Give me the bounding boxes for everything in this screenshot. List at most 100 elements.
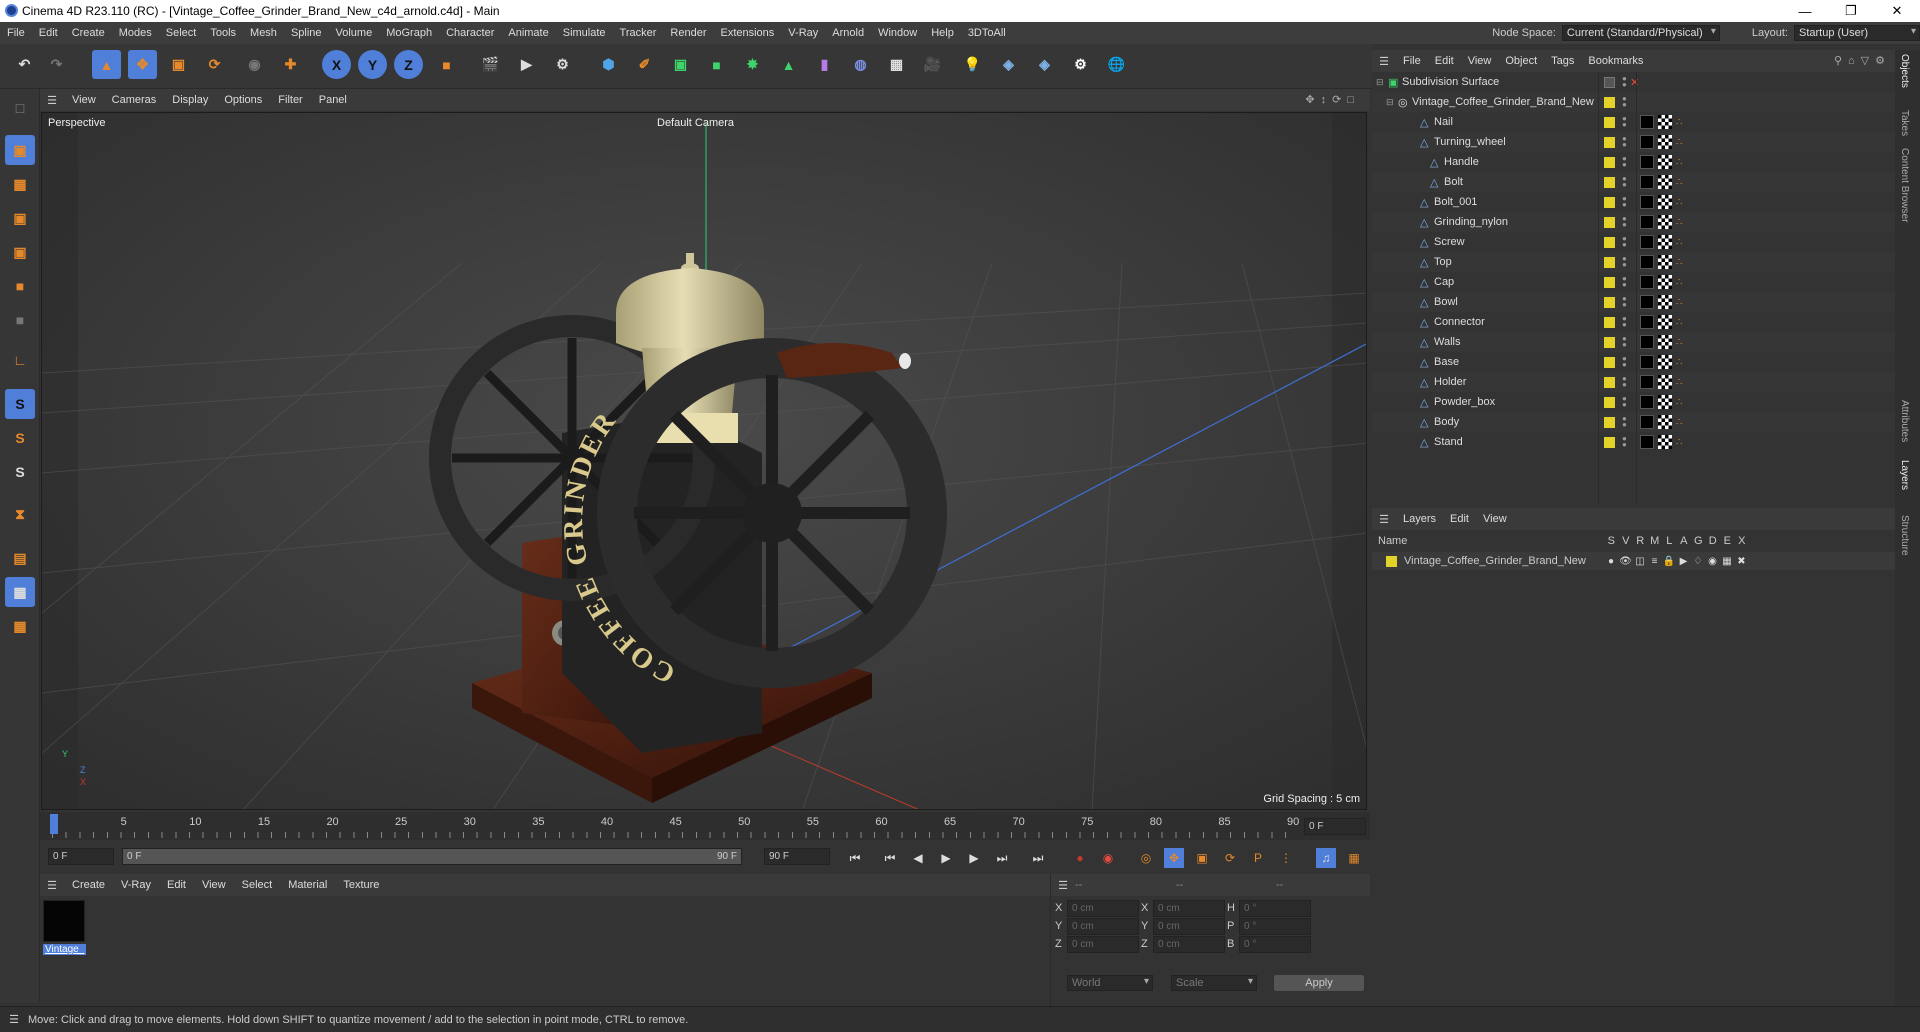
layer-color-icon[interactable] bbox=[1604, 96, 1615, 108]
grid-workplane-icon[interactable]: ▦ bbox=[5, 577, 35, 607]
goto-end-icon[interactable]: ⏭ bbox=[1028, 848, 1048, 868]
object-row[interactable]: △ Body ● ● ∴ bbox=[1372, 412, 1895, 432]
layer-col-a[interactable]: A bbox=[1677, 535, 1692, 547]
menu-tracker[interactable]: Tracker bbox=[613, 27, 664, 39]
undo-icon[interactable]: ↶ bbox=[10, 50, 39, 79]
layer-solo-icon[interactable]: ● bbox=[1604, 556, 1618, 567]
phong-tag-icon[interactable]: ∴ bbox=[1676, 417, 1682, 428]
layer-color-icon[interactable] bbox=[1604, 436, 1615, 448]
visibility-dots-icon[interactable]: ● ● bbox=[1622, 415, 1627, 429]
expand-toggle-icon[interactable]: ⊟ bbox=[1376, 77, 1384, 88]
menu-character[interactable]: Character bbox=[439, 27, 501, 39]
uvw-tag-icon[interactable] bbox=[1658, 295, 1672, 309]
layer-color-icon[interactable] bbox=[1604, 236, 1615, 248]
end-frame-field[interactable]: 90 F bbox=[764, 848, 830, 865]
visibility-dots-icon[interactable]: ● ● bbox=[1622, 255, 1627, 269]
material-tag-icon[interactable] bbox=[1640, 375, 1654, 389]
visibility-dots-icon[interactable]: ● ● bbox=[1622, 115, 1627, 129]
material-menu-edit[interactable]: Edit bbox=[159, 879, 194, 891]
visibility-dots-icon[interactable]: ● ● bbox=[1622, 135, 1627, 149]
apply-button[interactable]: Apply bbox=[1274, 975, 1364, 991]
object-menu-view[interactable]: View bbox=[1461, 55, 1499, 67]
y-axis-toggle[interactable]: Y bbox=[358, 50, 387, 79]
object-row[interactable]: △ Walls ● ● ∴ bbox=[1372, 332, 1895, 352]
visibility-dots-icon[interactable]: ● ● bbox=[1622, 275, 1627, 289]
layer-color-icon[interactable] bbox=[1604, 256, 1615, 268]
uvw-tag-icon[interactable] bbox=[1658, 375, 1672, 389]
layer-expressions-icon[interactable]: ▦ bbox=[1720, 556, 1734, 567]
uvw-tag-icon[interactable] bbox=[1658, 335, 1672, 349]
hamburger-icon[interactable]: ☰ bbox=[40, 879, 64, 892]
object-row[interactable]: △ Bolt ● ● ∴ bbox=[1372, 172, 1895, 192]
uvw-tag-icon[interactable] bbox=[1658, 255, 1672, 269]
visibility-dots-icon[interactable]: ● ● bbox=[1622, 435, 1627, 449]
viewport-menu-view[interactable]: View bbox=[64, 94, 104, 106]
layer-col-e[interactable]: E bbox=[1720, 535, 1735, 547]
hamburger-icon[interactable]: ☰ bbox=[0, 1013, 28, 1026]
menu-spline[interactable]: Spline bbox=[284, 27, 329, 39]
key-scale-icon[interactable]: ▣ bbox=[1192, 848, 1212, 868]
phong-tag-icon[interactable]: ∴ bbox=[1676, 257, 1682, 268]
select-tool-icon[interactable]: ▲ bbox=[92, 50, 121, 79]
key-rotation-icon[interactable]: ⟳ bbox=[1220, 848, 1240, 868]
uvw-tag-icon[interactable] bbox=[1658, 175, 1672, 189]
layer-col-l[interactable]: L bbox=[1662, 535, 1677, 547]
key-param-icon[interactable]: P bbox=[1248, 848, 1268, 868]
uvw-tag-icon[interactable] bbox=[1658, 355, 1672, 369]
uvw-tag-icon[interactable] bbox=[1658, 415, 1672, 429]
menu-volume[interactable]: Volume bbox=[329, 27, 380, 39]
material-tag-icon[interactable] bbox=[1640, 435, 1654, 449]
layer-col-r[interactable]: R bbox=[1633, 535, 1648, 547]
material-tag-icon[interactable] bbox=[1640, 135, 1654, 149]
layer-color-icon[interactable] bbox=[1604, 136, 1615, 148]
field-icon[interactable]: ◍ bbox=[846, 50, 875, 79]
keyframe-selection-icon[interactable]: ◎ bbox=[1136, 848, 1156, 868]
layer-color-icon[interactable] bbox=[1604, 356, 1615, 368]
phong-tag-icon[interactable]: ∴ bbox=[1676, 117, 1682, 128]
layer-render-icon[interactable]: ◫ bbox=[1633, 556, 1647, 567]
snap-settings-icon[interactable]: S bbox=[5, 423, 35, 453]
visibility-dots-icon[interactable]: ● ● bbox=[1622, 335, 1627, 349]
phong-tag-icon[interactable]: ∴ bbox=[1676, 197, 1682, 208]
layer-color-icon[interactable] bbox=[1604, 196, 1615, 208]
material-tag-icon[interactable] bbox=[1640, 315, 1654, 329]
menu-mesh[interactable]: Mesh bbox=[243, 27, 284, 39]
light-icon[interactable]: 💡 bbox=[958, 50, 987, 79]
object-row[interactable]: ⊟ ◎ Vintage_Coffee_Grinder_Brand_New ● ● bbox=[1372, 92, 1895, 112]
move-tool-icon[interactable]: ✥ bbox=[128, 50, 157, 79]
coord-value-field[interactable]: 0 cm bbox=[1067, 900, 1139, 917]
z-axis-toggle[interactable]: Z bbox=[394, 50, 423, 79]
material-menu-view[interactable]: View bbox=[194, 879, 234, 891]
visibility-dots-icon[interactable]: ● ● bbox=[1622, 235, 1627, 249]
object-row[interactable]: △ Grinding_nylon ● ● ∴ bbox=[1372, 212, 1895, 232]
material-menu-create[interactable]: Create bbox=[64, 879, 113, 891]
menu-window[interactable]: Window bbox=[871, 27, 924, 39]
object-menu-file[interactable]: File bbox=[1396, 55, 1428, 67]
menu-tools[interactable]: Tools bbox=[203, 27, 243, 39]
record-icon[interactable]: ● bbox=[1070, 848, 1090, 868]
menu-select[interactable]: Select bbox=[159, 27, 204, 39]
motion-system-icon[interactable]: ♫ bbox=[1316, 848, 1336, 868]
locked-workplane-icon[interactable]: ▦ bbox=[5, 611, 35, 641]
layer-color-icon[interactable] bbox=[1604, 116, 1615, 128]
viewport-menu-cameras[interactable]: Cameras bbox=[104, 94, 165, 106]
hamburger-icon[interactable]: ☰ bbox=[1372, 513, 1396, 526]
phong-tag-icon[interactable]: ∴ bbox=[1676, 337, 1682, 348]
phong-tag-icon[interactable]: ∴ bbox=[1676, 317, 1682, 328]
floor-icon[interactable]: ▦ bbox=[882, 50, 911, 79]
key-pla-icon[interactable]: ⋮ bbox=[1276, 848, 1296, 868]
object-row[interactable]: △ Powder_box ● ● ∴ bbox=[1372, 392, 1895, 412]
viewport-nav-icons[interactable]: ✥↕⟳□ bbox=[1305, 93, 1360, 106]
visibility-dots-icon[interactable]: ● ● bbox=[1622, 215, 1627, 229]
snap-icon[interactable]: S bbox=[5, 389, 35, 419]
menu-help[interactable]: Help bbox=[924, 27, 961, 39]
side-tab-objects[interactable]: Objects bbox=[1899, 54, 1910, 88]
pen-spline-icon[interactable]: ✐ bbox=[630, 50, 659, 79]
phong-tag-icon[interactable]: ∴ bbox=[1676, 437, 1682, 448]
uvw-tag-icon[interactable] bbox=[1658, 395, 1672, 409]
uv-mode-icon[interactable]: ■ bbox=[5, 305, 35, 335]
render-picture-viewer-icon[interactable]: ▶ bbox=[512, 50, 541, 79]
next-frame-icon[interactable]: ▶ bbox=[964, 848, 984, 868]
snap-workplane-icon[interactable]: S bbox=[5, 457, 35, 487]
render-settings-icon[interactable]: ⚙ bbox=[548, 50, 577, 79]
